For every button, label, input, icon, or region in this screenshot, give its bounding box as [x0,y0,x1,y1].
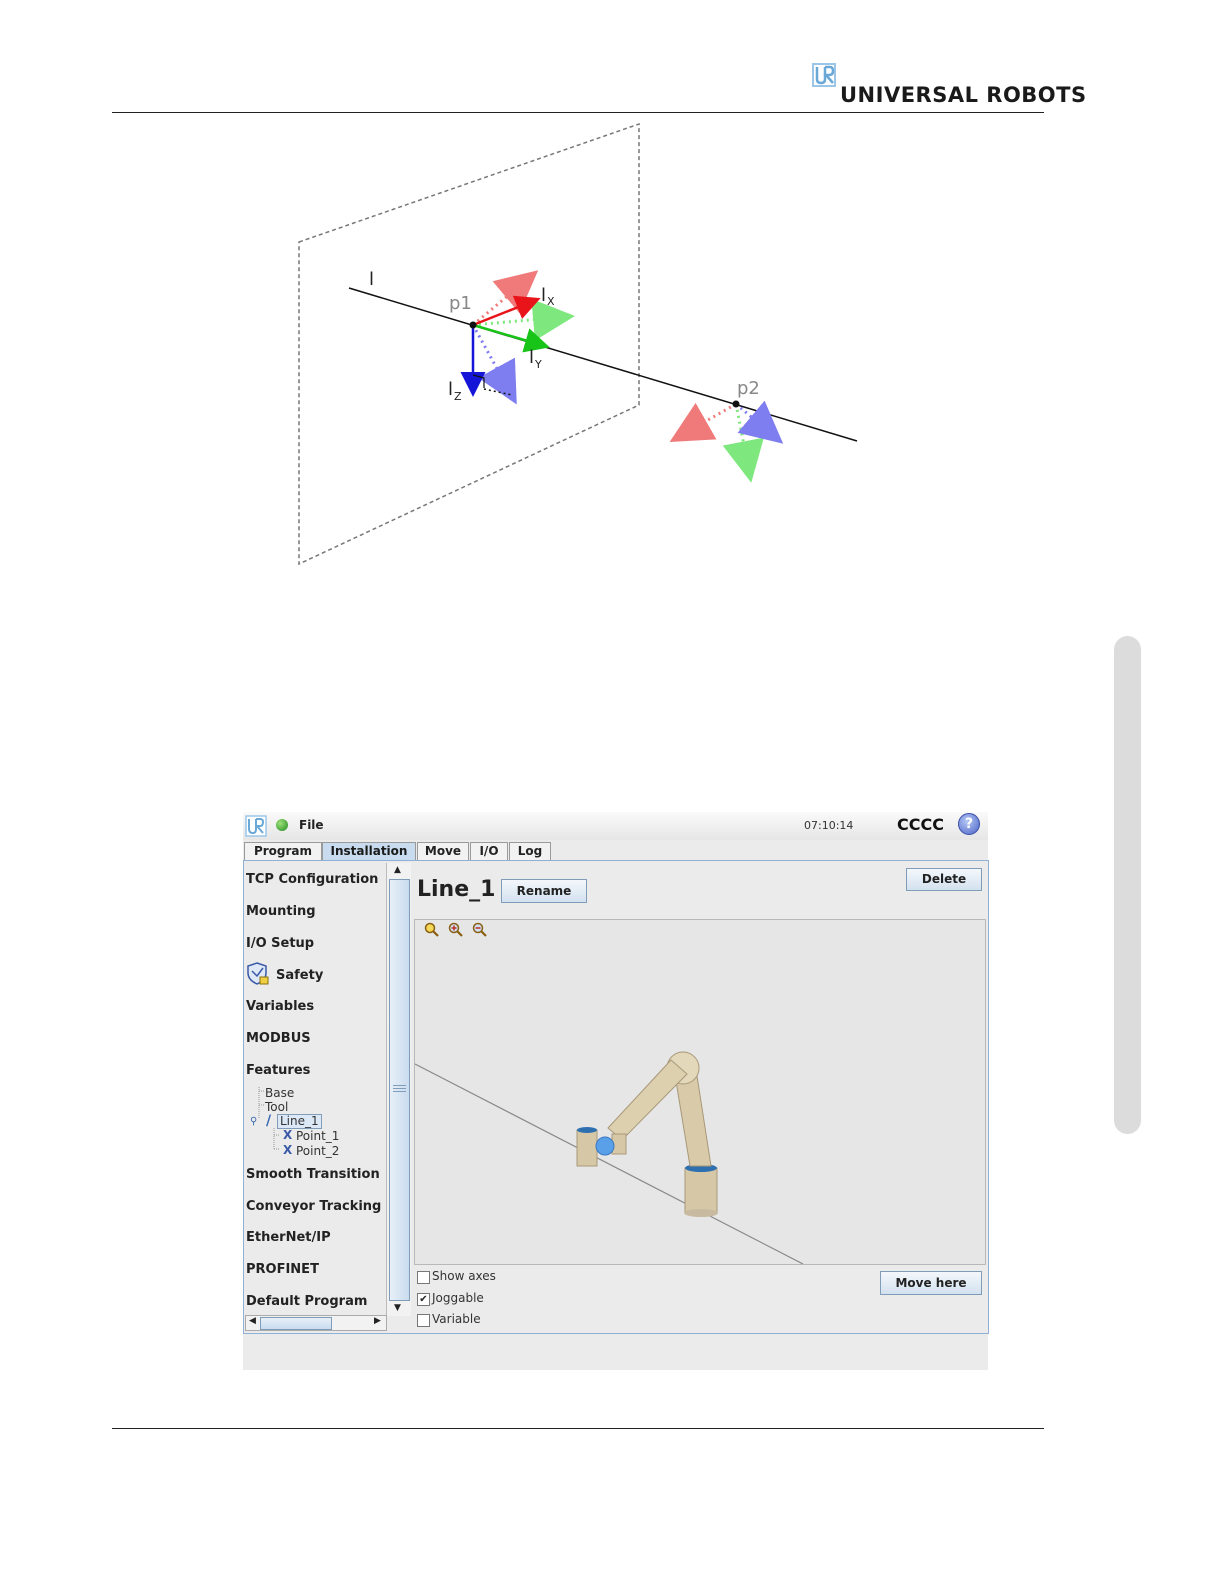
scroll-down-arrow[interactable]: ▼ [394,1303,401,1313]
ly-label: lY [529,347,542,371]
clock: 07:10:14 [804,819,854,832]
scroll-thumb[interactable] [389,879,410,1301]
p2-z-dotted-arrow [735,400,784,444]
nav-tcp-configuration[interactable]: TCP Configuration [246,872,378,887]
p2-y-dotted-arrow [722,403,764,483]
tree-tool[interactable]: Tool [265,1100,288,1114]
top-bar: File 07:10:14 CCCC ? [243,812,988,840]
3d-viewport[interactable] [414,919,986,1265]
polyscope-window: File 07:10:14 CCCC ? Program Installatio… [243,812,989,1370]
p2-label: p2 [737,378,760,399]
nav-ethernet-ip[interactable]: EtherNet/IP [246,1230,331,1245]
safety-shield-icon [247,962,269,986]
variable-label: Variable [432,1312,481,1326]
variable-checkbox[interactable] [417,1314,430,1327]
ur-logo-icon[interactable] [245,815,267,837]
status-green-icon [276,819,288,831]
help-icon[interactable]: ? [958,813,980,835]
joggable-checkbox[interactable]: ✔ [417,1293,430,1306]
p1-point [469,321,477,329]
nav-safety[interactable]: Safety [276,968,323,983]
scroll-up-arrow[interactable]: ▲ [394,865,401,875]
ly-arrow [472,323,550,353]
tab-installation[interactable]: Installation [322,842,416,860]
point-2-icon: X [283,1143,293,1157]
p1-label: p1 [449,293,472,314]
nav-io-setup[interactable]: I/O Setup [246,936,314,951]
tab-program[interactable]: Program [244,842,322,860]
tab-move[interactable]: Move [417,842,469,860]
nav-default-program[interactable]: Default Program [246,1294,367,1309]
move-here-button[interactable]: Move here [880,1271,982,1295]
nav-mounting[interactable]: Mounting [246,904,316,919]
robot-scene [415,1051,804,1264]
p2-point [732,400,740,408]
joggable-label: Joggable [432,1291,484,1305]
nav-modbus[interactable]: MODBUS [246,1031,311,1046]
tab-io[interactable]: I/O [470,842,508,860]
nav-variables[interactable]: Variables [246,999,314,1014]
delete-button[interactable]: Delete [906,868,982,891]
line-feature-diagram: l p1 p2 lX lY lZ [298,122,858,566]
show-axes-checkbox[interactable] [417,1271,430,1284]
hscroll-thumb[interactable] [260,1317,332,1330]
footer-rule [112,1428,1044,1429]
p1-y-dotted-arrow [472,298,575,341]
tree-base[interactable]: Base [265,1086,294,1100]
robot-name: CCCC [897,815,944,834]
rename-button[interactable]: Rename [501,879,587,903]
nav-vertical-scrollbar[interactable]: ▲ ▼ [386,863,411,1316]
tab-log[interactable]: Log [509,842,551,860]
p2-x-dotted-arrow [669,402,737,442]
nav-features[interactable]: Features [246,1063,310,1078]
check-mark: ✔ [419,1294,428,1305]
lz-label: lZ [448,379,462,403]
line-label: l [369,269,374,290]
scroll-right-arrow[interactable]: ▶ [374,1316,381,1326]
tree-line-1[interactable]: Line_1 [277,1114,322,1129]
tree-point-1[interactable]: Point_1 [296,1129,339,1143]
feature-title: Line_1 [417,877,496,902]
feature-line [415,1063,804,1264]
robot-base [684,1167,718,1214]
nav-horizontal-scrollbar[interactable]: ◀ ▶ [245,1315,387,1331]
line-l [348,287,858,442]
installation-nav: TCP Configuration Mounting I/O Setup Saf… [244,861,386,1316]
file-menu[interactable]: File [299,818,324,832]
right-angle-mark [472,374,485,388]
tree-expand-icon[interactable]: ⚲ [250,1116,257,1127]
side-thumb-tab [1114,636,1141,1134]
nav-conveyor-tracking[interactable]: Conveyor Tracking [246,1199,381,1214]
lx-label: lX [541,285,555,308]
nav-profinet[interactable]: PROFINET [246,1262,319,1277]
nav-smooth-transition[interactable]: Smooth Transition [246,1167,380,1182]
point-1-icon: X [283,1128,293,1142]
tree-point-2[interactable]: Point_2 [296,1144,339,1158]
show-axes-label: Show axes [432,1269,496,1283]
p1-x-dotted-arrow [472,270,539,327]
scroll-left-arrow[interactable]: ◀ [249,1316,256,1326]
plane-outline [298,122,640,566]
line-feature-icon: / [266,1113,272,1129]
